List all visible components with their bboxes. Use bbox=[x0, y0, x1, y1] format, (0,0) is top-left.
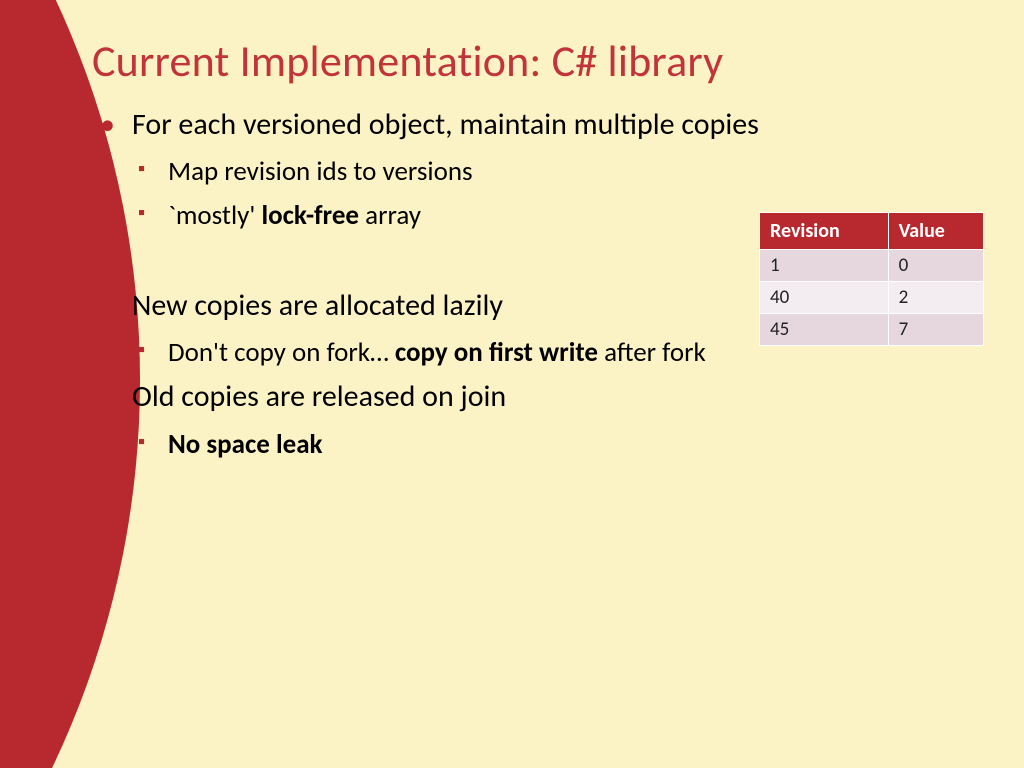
sub-bullet-list: No space leak bbox=[132, 423, 984, 466]
cell-revision: 1 bbox=[760, 250, 889, 282]
slide-content: Current Implementation: C# library For e… bbox=[0, 0, 1024, 768]
sub-bullet-text-post: array bbox=[359, 199, 421, 232]
bullet-text: New copies are allocated lazily bbox=[132, 287, 503, 324]
bullet-text: For each versioned object, maintain mult… bbox=[132, 106, 759, 143]
table-header-value: Value bbox=[888, 213, 983, 250]
sub-bullet-text-pre: Don't copy on fork… bbox=[168, 336, 395, 369]
cell-value: 0 bbox=[888, 250, 983, 282]
table-header-revision: Revision bbox=[760, 213, 889, 250]
sub-bullet-text-bold: No space leak bbox=[168, 428, 323, 461]
table-header-row: Revision Value bbox=[760, 213, 984, 250]
slide-title: Current Implementation: C# library bbox=[92, 34, 984, 88]
sub-bullet-text-pre: `mostly' bbox=[168, 199, 261, 232]
sub-bullet-item: Map revision ids to versions bbox=[132, 150, 984, 193]
cell-value: 2 bbox=[888, 282, 983, 314]
sub-bullet-text-post: after fork bbox=[598, 336, 706, 369]
table-row: 45 7 bbox=[760, 314, 984, 346]
bullet-item: Old copies are released on join No space… bbox=[92, 378, 984, 466]
table-row: 1 0 bbox=[760, 250, 984, 282]
sub-bullet-text-bold: copy on first write bbox=[395, 336, 598, 369]
cell-revision: 45 bbox=[760, 314, 889, 346]
bullet-text: Old copies are released on join bbox=[132, 378, 506, 415]
sub-bullet-text: Map revision ids to versions bbox=[168, 155, 473, 188]
revision-table: Revision Value 1 0 40 2 45 7 bbox=[759, 212, 984, 346]
cell-value: 7 bbox=[888, 314, 983, 346]
sub-bullet-text-bold: lock-free bbox=[261, 199, 359, 232]
table-row: 40 2 bbox=[760, 282, 984, 314]
slide: Current Implementation: C# library For e… bbox=[0, 0, 1024, 768]
cell-revision: 40 bbox=[760, 282, 889, 314]
sub-bullet-item: No space leak bbox=[132, 423, 984, 466]
